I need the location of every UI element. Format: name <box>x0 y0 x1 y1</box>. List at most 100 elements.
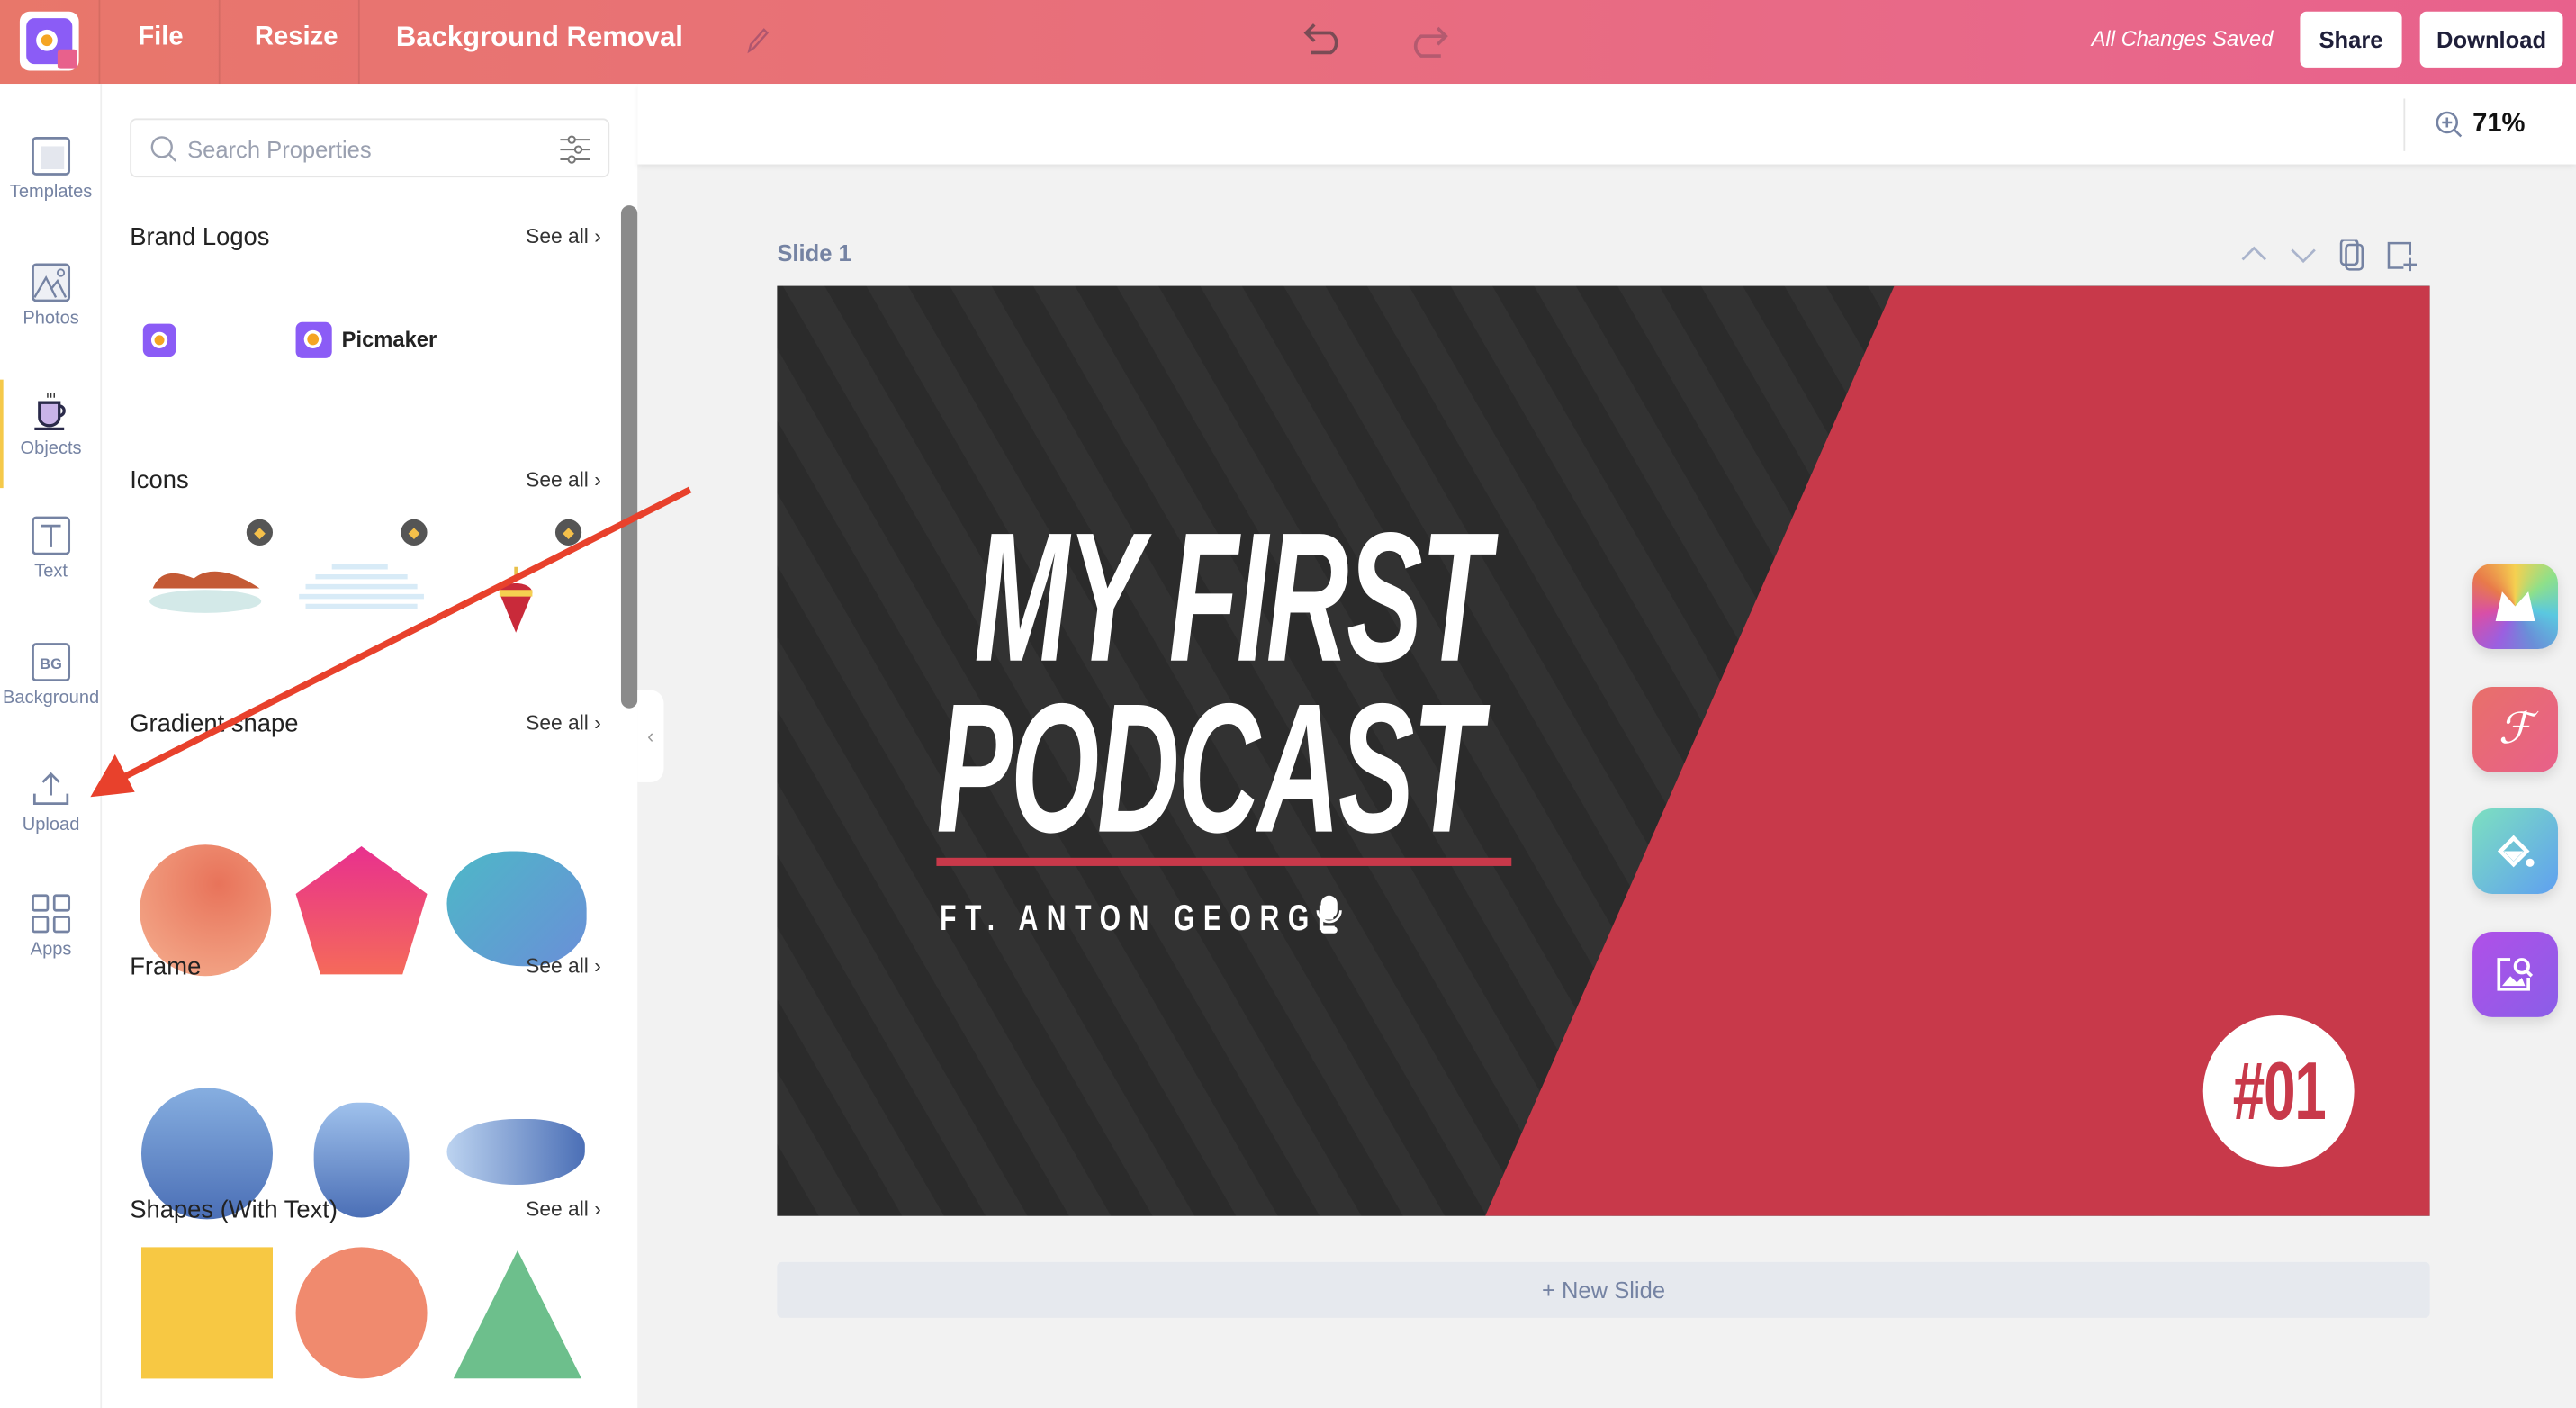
divider <box>357 0 360 85</box>
canvas-toolbar: 71% <box>637 84 2576 165</box>
search-input[interactable]: Search Properties <box>130 118 610 178</box>
slide-title-line2[interactable]: PODCAST <box>936 676 1482 861</box>
see-all-label: See all <box>526 954 589 979</box>
bg-badge-text: BG <box>40 656 62 672</box>
gradient-pentagon[interactable] <box>293 843 430 978</box>
see-all-icons[interactable]: See all › <box>526 468 601 492</box>
templates-icon <box>32 136 71 176</box>
premium-diamond-icon: ◆ <box>246 519 273 546</box>
section-title-gradient-shape: Gradient shape <box>130 709 299 738</box>
rail-item-objects[interactable]: Objects <box>0 390 102 508</box>
document-title[interactable]: Background Removal <box>396 22 683 55</box>
search-placeholder: Search Properties <box>187 136 372 163</box>
brand-logo-text: Picmaker <box>341 327 437 352</box>
menu-file[interactable]: File <box>138 23 183 53</box>
divider <box>98 0 101 85</box>
premium-diamond-icon: ◆ <box>554 519 582 546</box>
section-title-frame: Frame <box>130 952 202 981</box>
see-all-label: See all <box>526 1197 589 1222</box>
section-title-shapes-with-text: Shapes (With Text) <box>130 1196 338 1224</box>
title-underline <box>936 857 1512 866</box>
objects-panel: Search Properties Brand Logos See all › … <box>102 84 638 1408</box>
zoom-in-icon[interactable] <box>2435 110 2464 140</box>
ornament-icon[interactable] <box>496 557 536 636</box>
rail-label: Templates <box>9 182 93 203</box>
shape-circle[interactable] <box>295 1247 428 1379</box>
slide-subtitle[interactable]: FT. ANTON GEORGE <box>940 898 1345 940</box>
pencil-icon[interactable] <box>744 24 770 54</box>
redo-icon[interactable] <box>1405 23 1451 59</box>
brand-logo-icon[interactable] <box>142 323 176 357</box>
left-rail: Templates Photos Objects Text BG Backgro… <box>0 84 103 1408</box>
slide-label: Slide 1 <box>777 239 851 266</box>
zoom-level[interactable]: 71% <box>2472 110 2525 140</box>
microphone-icon <box>1316 895 1342 934</box>
frame-whale[interactable] <box>446 1119 585 1186</box>
apps-grid-icon <box>32 894 71 934</box>
download-button[interactable]: Download <box>2419 11 2563 68</box>
rail-item-background[interactable]: BG Background <box>0 643 102 761</box>
slide-actions <box>2241 239 2418 272</box>
menu-resize[interactable]: Resize <box>255 23 338 53</box>
rail-item-templates[interactable]: Templates <box>0 136 102 254</box>
top-bar: File Resize Background Removal All Chang… <box>0 0 2576 85</box>
divider <box>218 0 221 85</box>
see-all-gradient-shape[interactable]: See all › <box>526 711 601 735</box>
see-all-frame[interactable]: See all › <box>526 954 601 978</box>
rail-item-text[interactable]: Text <box>0 516 102 634</box>
section-title-icons: Icons <box>130 466 189 495</box>
app-mosaic-button[interactable] <box>2472 564 2558 649</box>
app-fonts-button[interactable]: ℱ <box>2472 686 2558 772</box>
shape-triangle[interactable] <box>450 1247 585 1379</box>
app-color-fill-button[interactable] <box>2472 808 2558 894</box>
see-all-label: See all <box>526 468 589 492</box>
font-f-icon: ℱ <box>2498 705 2533 754</box>
gradient-blob-blue[interactable] <box>446 851 587 967</box>
episode-number: #01 <box>2232 1044 2326 1138</box>
share-button[interactable]: Share <box>2300 11 2402 68</box>
paint-bucket-icon <box>2497 835 2535 868</box>
rail-label: Objects <box>20 438 82 459</box>
rail-item-upload[interactable]: Upload <box>0 769 102 887</box>
rail-label: Text <box>34 562 68 582</box>
move-down-icon[interactable] <box>2291 248 2316 264</box>
see-all-shapes-with-text[interactable]: See all › <box>526 1198 601 1222</box>
rail-label: Upload <box>22 815 80 835</box>
photos-icon <box>32 263 71 302</box>
upload-icon <box>32 772 69 805</box>
slide-title-line1[interactable]: MY FIRST <box>974 505 1490 690</box>
brand-logo-full-icon[interactable] <box>295 321 332 358</box>
panel-scrollbar[interactable] <box>620 205 638 709</box>
episode-badge[interactable]: #01 <box>2202 1015 2355 1167</box>
see-all-label: See all <box>526 225 589 248</box>
bg-icon: BG <box>32 643 71 682</box>
save-status: All Changes Saved <box>2091 26 2274 51</box>
app-image-search-button[interactable] <box>2472 931 2558 1017</box>
shape-square[interactable] <box>140 1247 273 1379</box>
filter-sliders-icon[interactable] <box>559 135 592 165</box>
objects-cup-icon <box>34 393 66 431</box>
rail-label: Photos <box>23 309 79 329</box>
see-all-label: See all <box>526 711 589 735</box>
move-up-icon[interactable] <box>2241 246 2267 261</box>
duplicate-slide-icon[interactable] <box>2339 239 2364 271</box>
premium-diamond-icon: ◆ <box>401 519 428 546</box>
rail-label: Apps <box>30 940 72 960</box>
rail-label: Background <box>2 688 100 709</box>
undo-icon[interactable] <box>1302 20 1347 56</box>
app-logo[interactable] <box>19 11 79 71</box>
cloud-pattern-icon[interactable] <box>296 560 428 616</box>
collapse-panel-button[interactable]: ‹ <box>637 690 664 782</box>
rail-item-photos[interactable]: Photos <box>0 263 102 381</box>
add-slide-icon[interactable] <box>2387 241 2418 272</box>
text-icon <box>32 516 71 555</box>
rail-item-apps[interactable]: Apps <box>0 894 102 1012</box>
new-slide-button[interactable]: + New Slide <box>777 1261 2430 1318</box>
slide-canvas[interactable]: MY FIRST PODCAST FT. ANTON GEORGE #01 <box>777 285 2430 1216</box>
image-search-icon <box>2497 958 2534 991</box>
divider <box>2403 98 2406 151</box>
roast-chicken-icon[interactable] <box>145 552 266 614</box>
see-all-brand-logos[interactable]: See all › <box>526 225 601 248</box>
mosaic-m-icon <box>2495 591 2535 621</box>
section-title-brand-logos: Brand Logos <box>130 223 270 252</box>
